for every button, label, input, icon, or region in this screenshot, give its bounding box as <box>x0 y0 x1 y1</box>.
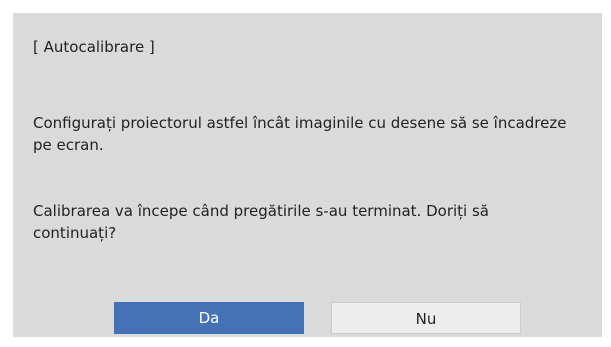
dialog-message-setup: Configurați proiectorul astfel încât ima… <box>33 114 567 154</box>
yes-button[interactable]: Da <box>114 302 304 334</box>
no-button[interactable]: Nu <box>331 302 521 334</box>
dialog-message-confirm: Calibrarea va începe când pregătirile s-… <box>33 202 489 242</box>
autocalibration-dialog: [ Autocalibrare ] Configurați proiectoru… <box>13 13 602 337</box>
dialog-title: [ Autocalibrare ] <box>33 38 155 56</box>
